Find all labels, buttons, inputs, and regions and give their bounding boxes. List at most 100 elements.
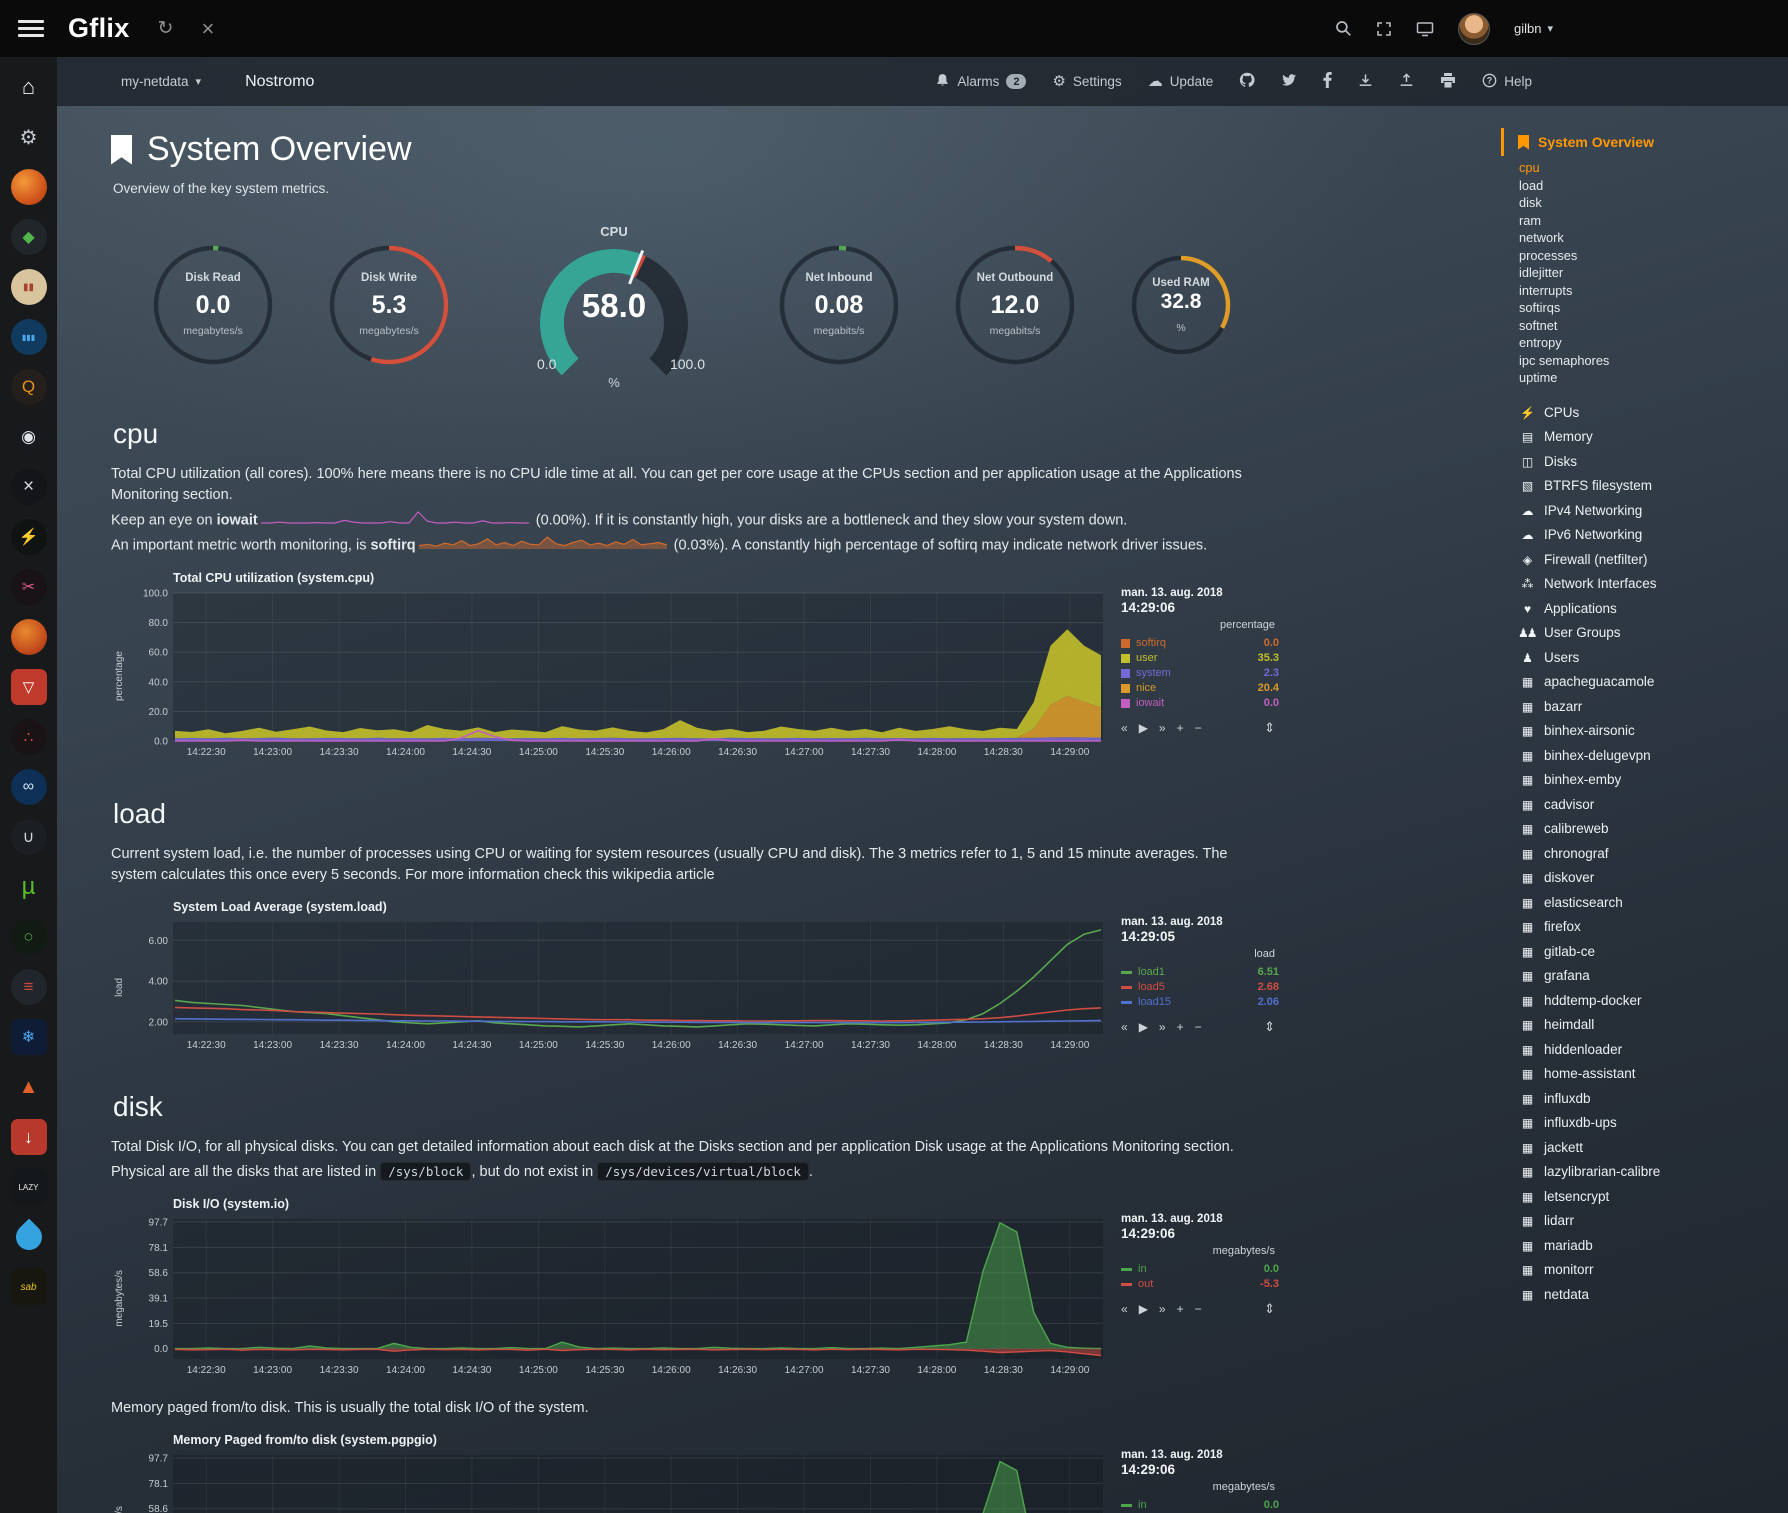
play-icon[interactable]: ▶ xyxy=(1139,1302,1148,1316)
nav-print[interactable] xyxy=(1440,73,1456,91)
shield-app-icon[interactable]: ▽ xyxy=(11,669,47,705)
gauge-net-inbound[interactable]: Net Inbound 0.08 megabits/s xyxy=(777,243,901,367)
menu-item-elasticsearch[interactable]: ▦elasticsearch xyxy=(1518,891,1780,916)
fox-app-icon[interactable]: ▲ xyxy=(11,1069,47,1105)
menu-item-chronograf[interactable]: ▦chronograf xyxy=(1518,842,1780,867)
nav-update[interactable]: ☁Update xyxy=(1148,74,1214,89)
menu-item-hddtemp-docker[interactable]: ▦hddtemp-docker xyxy=(1518,989,1780,1014)
legend-nice[interactable]: nice20.4 xyxy=(1121,681,1279,696)
submenu-item-idlejitter[interactable]: idlejitter xyxy=(1519,264,1780,282)
menu-item-netdata[interactable]: ▦netdata xyxy=(1518,1283,1780,1308)
mu-app-icon[interactable]: µ xyxy=(11,869,47,905)
resize-handle-icon[interactable]: ⇕ xyxy=(1264,1019,1275,1035)
menu-item-gitlab-ce[interactable]: ▦gitlab-ce xyxy=(1518,940,1780,965)
menu-item-binhex-delugevpn[interactable]: ▦binhex-delugevpn xyxy=(1518,744,1780,769)
legend-softirq[interactable]: softirq0.0 xyxy=(1121,636,1279,651)
magnifier-app-icon[interactable]: Q xyxy=(11,369,47,405)
bars-app-icon[interactable]: ▮▮ xyxy=(11,269,47,305)
menu-item-lidarr[interactable]: ▦lidarr xyxy=(1518,1209,1780,1234)
hamburger-menu-icon[interactable] xyxy=(18,16,44,41)
lazy-app-icon[interactable]: LAZY xyxy=(11,1169,47,1205)
menu-item-mariadb[interactable]: ▦mariadb xyxy=(1518,1234,1780,1259)
pan-left-icon[interactable]: « xyxy=(1121,1302,1128,1316)
submenu-item-interrupts[interactable]: interrupts xyxy=(1519,282,1780,300)
pan-right-icon[interactable]: » xyxy=(1159,1302,1166,1316)
nav-help[interactable]: ?Help xyxy=(1482,73,1532,91)
host-dropdown[interactable]: my-netdata▾ xyxy=(121,74,201,89)
monitor-icon[interactable] xyxy=(1416,21,1434,37)
submenu-item-ipc-semaphores[interactable]: ipc semaphores xyxy=(1519,352,1780,370)
gauge-used-ram[interactable]: Used RAM 32.8 % xyxy=(1129,253,1233,357)
refresh-icon[interactable]: ↻ xyxy=(158,17,174,40)
zoom-in-icon[interactable]: + xyxy=(1177,1302,1184,1316)
droplet-app-icon[interactable] xyxy=(10,1219,47,1256)
menu-item-applications[interactable]: ♥Applications xyxy=(1518,597,1780,622)
menu-item-disks[interactable]: ◫Disks xyxy=(1518,450,1780,475)
nav-download[interactable] xyxy=(1358,73,1373,91)
menu-item-memory[interactable]: ▤Memory xyxy=(1518,425,1780,450)
legend-out[interactable]: out-5.3 xyxy=(1121,1277,1279,1292)
plot-area[interactable]: 97.778.158.639.119.50.014:22:3014:23:001… xyxy=(127,1213,1109,1379)
legend-system[interactable]: system2.3 xyxy=(1121,666,1279,681)
legend-load15[interactable]: load152.06 xyxy=(1121,995,1279,1010)
gear-icon[interactable]: ⚙ xyxy=(11,119,47,155)
pan-left-icon[interactable]: « xyxy=(1121,1020,1128,1034)
resize-handle-icon[interactable]: ⇕ xyxy=(1264,1301,1275,1317)
gauge-disk-write[interactable]: Disk Write 5.3 megabytes/s xyxy=(327,243,451,367)
submenu-item-load[interactable]: load xyxy=(1519,177,1780,195)
bolt-app-icon[interactable]: ⚡ xyxy=(11,519,47,555)
dots-app-icon[interactable]: ∴ xyxy=(11,719,47,755)
sab-app-icon[interactable]: sab xyxy=(11,1269,47,1305)
menu-item-home-assistant[interactable]: ▦home-assistant xyxy=(1518,1062,1780,1087)
menu-item-lazylibrarian-calibre[interactable]: ▦lazylibrarian-calibre xyxy=(1518,1160,1780,1185)
menu-item-btrfs-filesystem[interactable]: ▧BTRFS filesystem xyxy=(1518,474,1780,499)
menu-item-grafana[interactable]: ▦grafana xyxy=(1518,964,1780,989)
avatar[interactable] xyxy=(1458,13,1490,45)
menu-item-network-interfaces[interactable]: ⁂Network Interfaces xyxy=(1518,572,1780,597)
u-ring-app-icon[interactable]: ∪ xyxy=(11,819,47,855)
play-icon[interactable]: ▶ xyxy=(1139,721,1148,735)
menu-item-ipv4-networking[interactable]: ☁IPv4 Networking xyxy=(1518,499,1780,524)
nav-alarms[interactable]: Alarms2 xyxy=(935,73,1026,91)
zoom-in-icon[interactable]: + xyxy=(1177,1020,1184,1034)
menu-item-user-groups[interactable]: ♟♟User Groups xyxy=(1518,621,1780,646)
pan-left-icon[interactable]: « xyxy=(1121,721,1128,735)
home-icon[interactable]: ⌂ xyxy=(11,69,47,105)
submenu-item-ram[interactable]: ram xyxy=(1519,212,1780,230)
record-app-icon[interactable]: ◉ xyxy=(11,419,47,455)
circles-app-icon[interactable]: ∞ xyxy=(11,769,47,805)
menu-item-cadvisor[interactable]: ▦cadvisor xyxy=(1518,793,1780,818)
menu-item-firefox[interactable]: ▦firefox xyxy=(1518,915,1780,940)
search-icon[interactable] xyxy=(1335,20,1352,37)
submenu-item-softirqs[interactable]: softirqs xyxy=(1519,299,1780,317)
gauge-net-outbound[interactable]: Net Outbound 12.0 megabits/s xyxy=(953,243,1077,367)
flame-app-icon[interactable] xyxy=(11,619,47,655)
menu-item-influxdb-ups[interactable]: ▦influxdb-ups xyxy=(1518,1111,1780,1136)
submenu-item-uptime[interactable]: uptime xyxy=(1519,369,1780,387)
nav-settings[interactable]: ⚙Settings xyxy=(1052,74,1121,89)
equalizer-app-icon[interactable]: ▮▮▮ xyxy=(11,319,47,355)
gauge-cpu[interactable]: CPU 58.0 0.0 100.0 % xyxy=(509,224,719,386)
menu-item-calibreweb[interactable]: ▦calibreweb xyxy=(1518,817,1780,842)
nav-upload[interactable] xyxy=(1399,73,1414,91)
zoom-out-icon[interactable]: − xyxy=(1195,721,1202,735)
menu-item-system-overview[interactable]: System Overview xyxy=(1518,134,1780,150)
menu-item-diskover[interactable]: ▦diskover xyxy=(1518,866,1780,891)
submenu-item-softnet[interactable]: softnet xyxy=(1519,317,1780,335)
softirq-sparkline[interactable] xyxy=(419,535,667,556)
zoom-out-icon[interactable]: − xyxy=(1195,1020,1202,1034)
nav-facebook[interactable] xyxy=(1323,72,1332,91)
plot-area[interactable]: 6.004.002.0014:22:3014:23:0014:23:3014:2… xyxy=(127,916,1109,1054)
snowflake-app-icon[interactable]: ❄ xyxy=(11,1019,47,1055)
menu-item-heimdall[interactable]: ▦heimdall xyxy=(1518,1013,1780,1038)
pan-right-icon[interactable]: » xyxy=(1159,721,1166,735)
nav-twitter[interactable] xyxy=(1281,73,1297,90)
legend-load5[interactable]: load52.68 xyxy=(1121,980,1279,995)
menu-item-monitorr[interactable]: ▦monitorr xyxy=(1518,1258,1780,1283)
zoom-in-icon[interactable]: + xyxy=(1177,721,1184,735)
fullscreen-icon[interactable] xyxy=(1376,21,1392,37)
resize-handle-icon[interactable]: ⇕ xyxy=(1264,720,1275,736)
menu-item-hiddenloader[interactable]: ▦hiddenloader xyxy=(1518,1038,1780,1063)
plot-area[interactable]: 97.778.158.639.119.50.014:22:3014:23:001… xyxy=(127,1449,1109,1513)
user-menu[interactable]: gilbn▾ xyxy=(1514,21,1553,36)
